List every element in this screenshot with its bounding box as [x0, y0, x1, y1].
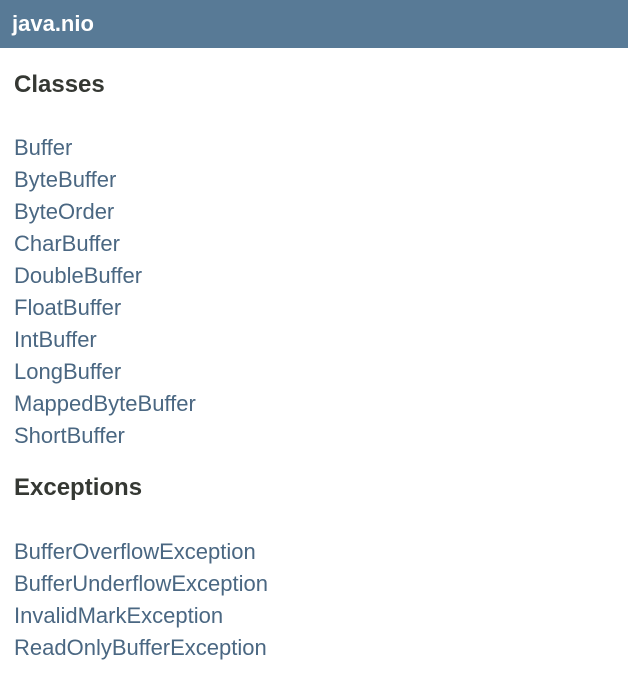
classes-list: Buffer ByteBuffer ByteOrder CharBuffer D…: [0, 132, 628, 452]
list-item: MappedByteBuffer: [14, 388, 628, 420]
exception-link-invalidmarkexception[interactable]: InvalidMarkException: [14, 603, 223, 628]
class-link-byteorder[interactable]: ByteOrder: [14, 199, 114, 224]
class-link-intbuffer[interactable]: IntBuffer: [14, 327, 97, 352]
list-item: BufferUnderflowException: [14, 568, 628, 600]
list-item: Buffer: [14, 132, 628, 164]
class-link-shortbuffer[interactable]: ShortBuffer: [14, 423, 125, 448]
list-item: CharBuffer: [14, 228, 628, 260]
class-link-doublebuffer[interactable]: DoubleBuffer: [14, 263, 142, 288]
package-title: java.nio: [12, 11, 94, 36]
exceptions-heading: Exceptions: [14, 474, 143, 501]
list-item: FloatBuffer: [14, 292, 628, 324]
list-item: BufferOverflowException: [14, 536, 628, 568]
list-item: ByteOrder: [14, 196, 628, 228]
class-link-bytebuffer[interactable]: ByteBuffer: [14, 167, 116, 192]
exception-link-bufferoverflowexception[interactable]: BufferOverflowException: [14, 539, 256, 564]
class-link-longbuffer[interactable]: LongBuffer: [14, 359, 121, 384]
list-item: IntBuffer: [14, 324, 628, 356]
package-header: java.nio: [0, 0, 628, 48]
exception-link-readonlybufferexception[interactable]: ReadOnlyBufferException: [14, 635, 267, 660]
list-item: ReadOnlyBufferException: [14, 632, 628, 664]
list-item: ByteBuffer: [14, 164, 628, 196]
list-item: ShortBuffer: [14, 420, 628, 452]
class-link-mappedbytebuffer[interactable]: MappedByteBuffer: [14, 391, 196, 416]
exceptions-list: BufferOverflowException BufferUnderflowE…: [0, 536, 628, 664]
class-link-charbuffer[interactable]: CharBuffer: [14, 231, 120, 256]
classes-heading: Classes: [14, 71, 105, 98]
list-item: DoubleBuffer: [14, 260, 628, 292]
class-link-floatbuffer[interactable]: FloatBuffer: [14, 295, 121, 320]
list-item: InvalidMarkException: [14, 600, 628, 632]
exception-link-bufferunderflowexception[interactable]: BufferUnderflowException: [14, 571, 268, 596]
class-link-buffer[interactable]: Buffer: [14, 135, 72, 160]
list-item: LongBuffer: [14, 356, 628, 388]
